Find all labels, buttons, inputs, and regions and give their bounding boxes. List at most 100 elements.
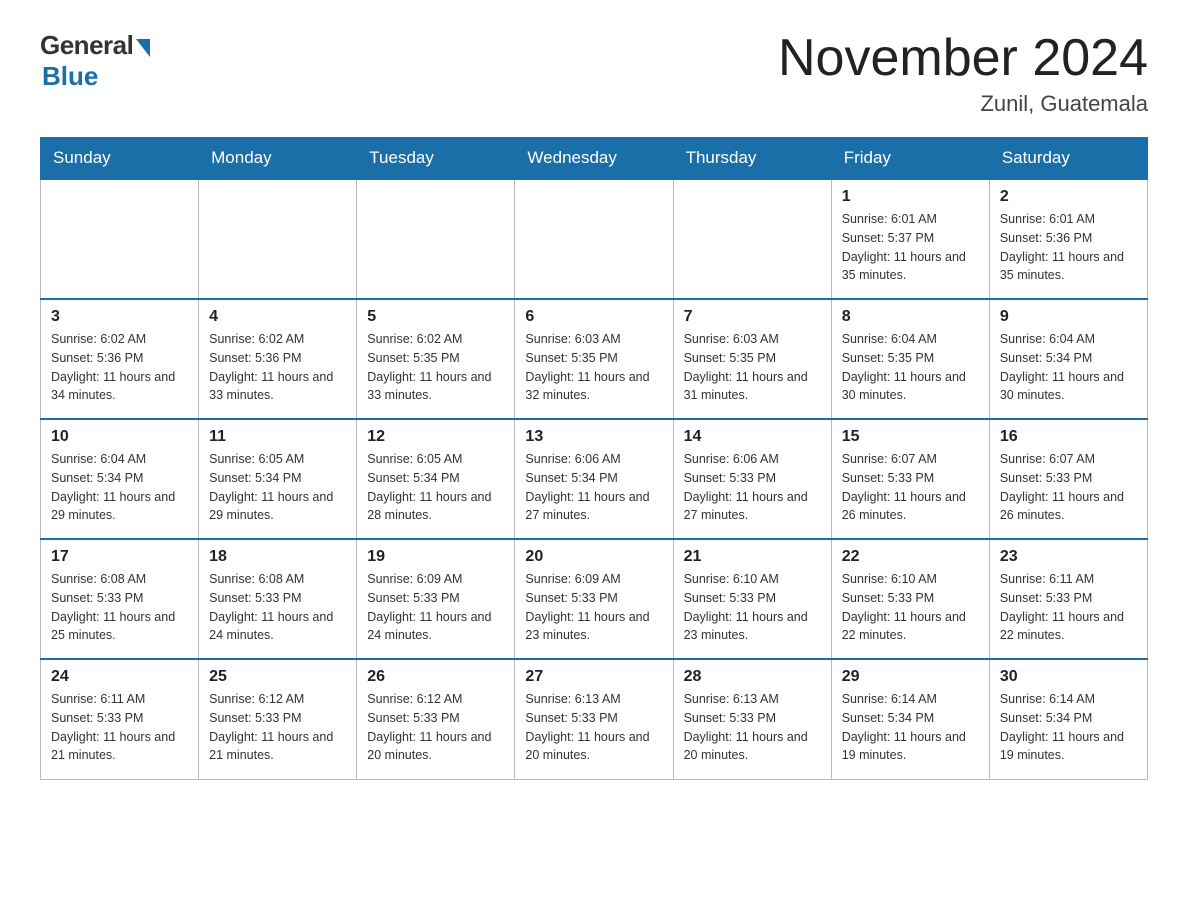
- day-info: Sunrise: 6:12 AM Sunset: 5:33 PM Dayligh…: [367, 690, 504, 765]
- col-wednesday: Wednesday: [515, 138, 673, 180]
- day-number: 16: [1000, 428, 1137, 446]
- table-row: 2Sunrise: 6:01 AM Sunset: 5:36 PM Daylig…: [989, 179, 1147, 299]
- table-row: 29 Sunrise: 6:14 AM Sunset: 5:34 PM Dayli…: [831, 659, 989, 779]
- table-row: 8 Sunrise: 6:04 AM Sunset: 5:35 PM Daylig…: [831, 299, 989, 419]
- table-row: 3Sunrise: 6:02 AM Sunset: 5:36 PM Daylig…: [41, 299, 199, 419]
- month-title: November 2024: [778, 30, 1148, 87]
- day-info: Sunrise: 6:08 AM Sunset: 5:33 PM Dayligh…: [209, 570, 346, 645]
- day-number: 11: [209, 428, 346, 446]
- day-info: Sunrise: 6:02 AM Sunset: 5:35 PM Dayligh…: [367, 330, 504, 405]
- day-number: 17: [51, 548, 188, 566]
- day-number: 12: [367, 428, 504, 446]
- table-row: [357, 179, 515, 299]
- table-row: [673, 179, 831, 299]
- table-row: 6Sunrise: 6:03 AM Sunset: 5:35 PM Daylig…: [515, 299, 673, 419]
- logo-arrow-icon: [136, 39, 150, 57]
- col-friday: Friday: [831, 138, 989, 180]
- table-row: 24 Sunrise: 6:11 AM Sunset: 5:33 PM Dayli…: [41, 659, 199, 779]
- col-thursday: Thursday: [673, 138, 831, 180]
- table-row: 26 Sunrise: 6:12 AM Sunset: 5:33 PM Dayli…: [357, 659, 515, 779]
- day-number: 1: [842, 188, 979, 206]
- logo-general-text: General: [40, 30, 133, 61]
- day-info: Sunrise: 6:12 AM Sunset: 5:33 PM Dayligh…: [209, 690, 346, 765]
- day-info: Sunrise: 6:04 AM Sunset: 5:34 PM Dayligh…: [1000, 330, 1137, 405]
- table-row: 28 Sunrise: 6:13 AM Sunset: 5:33 PM Dayli…: [673, 659, 831, 779]
- table-row: [515, 179, 673, 299]
- col-monday: Monday: [199, 138, 357, 180]
- day-number: 19: [367, 548, 504, 566]
- day-number: 13: [525, 428, 662, 446]
- table-row: 23Sunrise: 6:11 AM Sunset: 5:33 PM Dayli…: [989, 539, 1147, 659]
- table-row: 4 Sunrise: 6:02 AM Sunset: 5:36 PM Daylig…: [199, 299, 357, 419]
- day-number: 4: [209, 308, 346, 326]
- day-info: Sunrise: 6:05 AM Sunset: 5:34 PM Dayligh…: [367, 450, 504, 525]
- col-saturday: Saturday: [989, 138, 1147, 180]
- day-number: 28: [684, 668, 821, 686]
- day-number: 18: [209, 548, 346, 566]
- day-number: 25: [209, 668, 346, 686]
- calendar-header-row: Sunday Monday Tuesday Wednesday Thursday…: [41, 138, 1148, 180]
- day-info: Sunrise: 6:07 AM Sunset: 5:33 PM Dayligh…: [842, 450, 979, 525]
- table-row: 22Sunrise: 6:10 AM Sunset: 5:33 PM Dayli…: [831, 539, 989, 659]
- col-tuesday: Tuesday: [357, 138, 515, 180]
- table-row: 5 Sunrise: 6:02 AM Sunset: 5:35 PM Daylig…: [357, 299, 515, 419]
- day-info: Sunrise: 6:01 AM Sunset: 5:36 PM Dayligh…: [1000, 210, 1137, 285]
- table-row: 9 Sunrise: 6:04 AM Sunset: 5:34 PM Daylig…: [989, 299, 1147, 419]
- table-row: 7Sunrise: 6:03 AM Sunset: 5:35 PM Daylig…: [673, 299, 831, 419]
- day-info: Sunrise: 6:13 AM Sunset: 5:33 PM Dayligh…: [525, 690, 662, 765]
- table-row: 25 Sunrise: 6:12 AM Sunset: 5:33 PM Dayli…: [199, 659, 357, 779]
- day-info: Sunrise: 6:14 AM Sunset: 5:34 PM Dayligh…: [1000, 690, 1137, 765]
- day-info: Sunrise: 6:04 AM Sunset: 5:34 PM Dayligh…: [51, 450, 188, 525]
- day-info: Sunrise: 6:07 AM Sunset: 5:33 PM Dayligh…: [1000, 450, 1137, 525]
- table-row: 16 Sunrise: 6:07 AM Sunset: 5:33 PM Dayli…: [989, 419, 1147, 539]
- table-row: 10 Sunrise: 6:04 AM Sunset: 5:34 PM Dayli…: [41, 419, 199, 539]
- location: Zunil, Guatemala: [778, 91, 1148, 117]
- day-info: Sunrise: 6:09 AM Sunset: 5:33 PM Dayligh…: [367, 570, 504, 645]
- day-number: 30: [1000, 668, 1137, 686]
- calendar-week-row: 24 Sunrise: 6:11 AM Sunset: 5:33 PM Dayli…: [41, 659, 1148, 779]
- day-number: 20: [525, 548, 662, 566]
- page-header: General Blue November 2024 Zunil, Guatem…: [40, 30, 1148, 117]
- day-number: 27: [525, 668, 662, 686]
- day-info: Sunrise: 6:10 AM Sunset: 5:33 PM Dayligh…: [842, 570, 979, 645]
- day-info: Sunrise: 6:10 AM Sunset: 5:33 PM Dayligh…: [684, 570, 821, 645]
- day-info: Sunrise: 6:06 AM Sunset: 5:34 PM Dayligh…: [525, 450, 662, 525]
- day-number: 8: [842, 308, 979, 326]
- table-row: 20 Sunrise: 6:09 AM Sunset: 5:33 PM Dayli…: [515, 539, 673, 659]
- day-number: 29: [842, 668, 979, 686]
- day-info: Sunrise: 6:06 AM Sunset: 5:33 PM Dayligh…: [684, 450, 821, 525]
- table-row: 27 Sunrise: 6:13 AM Sunset: 5:33 PM Dayli…: [515, 659, 673, 779]
- day-info: Sunrise: 6:11 AM Sunset: 5:33 PM Dayligh…: [1000, 570, 1137, 645]
- day-number: 21: [684, 548, 821, 566]
- table-row: 21 Sunrise: 6:10 AM Sunset: 5:33 PM Dayli…: [673, 539, 831, 659]
- day-info: Sunrise: 6:09 AM Sunset: 5:33 PM Dayligh…: [525, 570, 662, 645]
- table-row: 14Sunrise: 6:06 AM Sunset: 5:33 PM Dayli…: [673, 419, 831, 539]
- day-info: Sunrise: 6:14 AM Sunset: 5:34 PM Dayligh…: [842, 690, 979, 765]
- day-number: 26: [367, 668, 504, 686]
- day-number: 24: [51, 668, 188, 686]
- day-info: Sunrise: 6:08 AM Sunset: 5:33 PM Dayligh…: [51, 570, 188, 645]
- title-section: November 2024 Zunil, Guatemala: [778, 30, 1148, 117]
- day-info: Sunrise: 6:01 AM Sunset: 5:37 PM Dayligh…: [842, 210, 979, 285]
- day-info: Sunrise: 6:05 AM Sunset: 5:34 PM Dayligh…: [209, 450, 346, 525]
- table-row: 18 Sunrise: 6:08 AM Sunset: 5:33 PM Dayli…: [199, 539, 357, 659]
- day-info: Sunrise: 6:04 AM Sunset: 5:35 PM Dayligh…: [842, 330, 979, 405]
- logo-blue-text: Blue: [42, 61, 98, 92]
- day-number: 9: [1000, 308, 1137, 326]
- day-number: 6: [525, 308, 662, 326]
- table-row: [199, 179, 357, 299]
- day-number: 5: [367, 308, 504, 326]
- day-number: 15: [842, 428, 979, 446]
- day-info: Sunrise: 6:02 AM Sunset: 5:36 PM Dayligh…: [51, 330, 188, 405]
- table-row: 15 Sunrise: 6:07 AM Sunset: 5:33 PM Dayli…: [831, 419, 989, 539]
- table-row: 12 Sunrise: 6:05 AM Sunset: 5:34 PM Dayli…: [357, 419, 515, 539]
- table-row: 30 Sunrise: 6:14 AM Sunset: 5:34 PM Dayli…: [989, 659, 1147, 779]
- day-info: Sunrise: 6:13 AM Sunset: 5:33 PM Dayligh…: [684, 690, 821, 765]
- day-info: Sunrise: 6:02 AM Sunset: 5:36 PM Dayligh…: [209, 330, 346, 405]
- day-number: 10: [51, 428, 188, 446]
- calendar-week-row: 1 Sunrise: 6:01 AM Sunset: 5:37 PM Daylig…: [41, 179, 1148, 299]
- day-info: Sunrise: 6:11 AM Sunset: 5:33 PM Dayligh…: [51, 690, 188, 765]
- col-sunday: Sunday: [41, 138, 199, 180]
- table-row: 13 Sunrise: 6:06 AM Sunset: 5:34 PM Dayli…: [515, 419, 673, 539]
- logo: General Blue: [40, 30, 150, 92]
